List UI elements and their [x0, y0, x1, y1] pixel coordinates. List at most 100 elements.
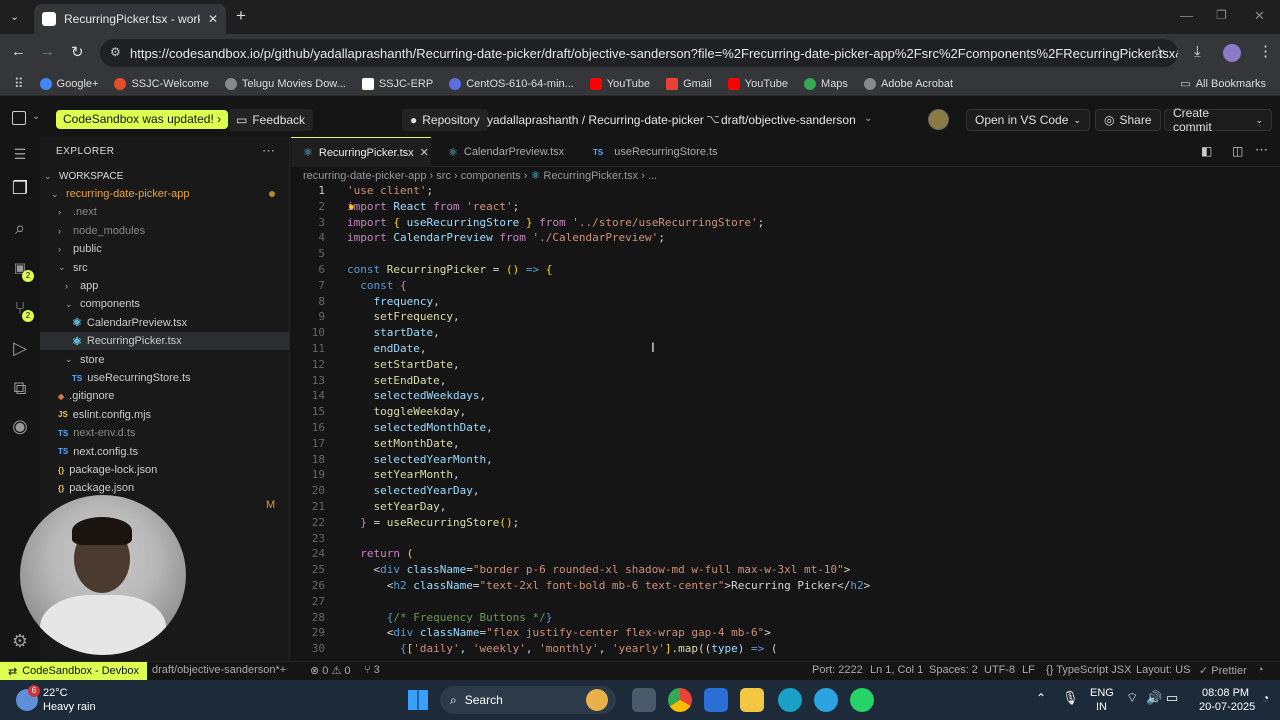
weather-desc[interactable]: Heavy rain [43, 701, 96, 713]
wifi-icon[interactable]: ⌔ [1126, 690, 1138, 706]
bookmark-item[interactable]: CentOS-610-64-min... [441, 77, 582, 90]
share-button[interactable]: ◎ Share [1095, 109, 1161, 131]
files-icon[interactable]: ❐ [9, 177, 31, 199]
whatsapp-icon[interactable] [850, 688, 874, 712]
close-tab-icon[interactable]: ✕ [208, 12, 218, 26]
branch-status[interactable]: draft/objective-sanderson*+ [152, 664, 286, 676]
store-icon[interactable] [704, 688, 728, 712]
tree-item[interactable]: ⌄ components [40, 295, 289, 313]
port-status[interactable]: Port: 2222 [812, 664, 863, 676]
github-icon[interactable]: ◉ [9, 415, 31, 437]
task-view-icon[interactable] [632, 688, 656, 712]
download-icon[interactable]: ⤓ [1194, 43, 1201, 60]
extensions-icon[interactable]: ⧉ [9, 377, 31, 399]
tree-item[interactable]: ⚛ RecurringPicker.tsx [40, 332, 289, 351]
file-explorer-icon[interactable] [740, 688, 764, 712]
branch-chevron-icon[interactable]: ⌄ [864, 113, 872, 124]
profile-avatar[interactable] [1223, 44, 1241, 62]
tab-list-chevron-icon[interactable]: ⌄ [10, 10, 19, 23]
breadcrumb-item[interactable]: ... [648, 170, 657, 182]
breadcrumb-item[interactable]: recurring-date-picker-app [303, 170, 427, 182]
tab-use-recurring-store[interactable]: TS useRecurringStore.ts [581, 137, 730, 167]
tree-item[interactable]: › app [40, 277, 289, 295]
bookmark-item[interactable]: Gmail [658, 77, 720, 90]
more-actions-icon[interactable]: ⋯ [1255, 142, 1268, 158]
bookmark-star-icon[interactable]: ☆ [1152, 43, 1165, 61]
repo-path[interactable]: yadallaprashanth / Recurring-date-picker [487, 113, 704, 127]
windows-start-icon[interactable] [408, 690, 428, 710]
tree-item[interactable]: TS next-env.d.ts [40, 424, 289, 442]
window-close-icon[interactable]: ✕ [1254, 8, 1265, 24]
tree-item[interactable]: ⌄ store [40, 351, 289, 369]
run-debug-icon[interactable]: ▷ [9, 337, 31, 359]
language-status[interactable]: {} TypeScript JSX [1046, 664, 1131, 676]
user-avatar[interactable] [928, 109, 949, 130]
edge-icon[interactable] [778, 688, 802, 712]
bookmark-item[interactable]: SSJC-ERP [354, 77, 441, 90]
tree-item[interactable]: › public [40, 240, 289, 258]
bookmark-item[interactable]: Telugu Movies Dow... [217, 77, 354, 90]
devbox-status[interactable]: ⇄ CodeSandbox - Devbox [0, 662, 148, 680]
update-notice-button[interactable]: CodeSandbox was updated! › [56, 110, 229, 129]
apps-grid-icon[interactable]: ⠿ [0, 76, 32, 92]
prettier-status[interactable]: ✓ Prettier [1199, 664, 1247, 677]
url-field[interactable]: ⚙ https://codesandbox.io/p/github/yadall… [100, 39, 1178, 67]
back-icon[interactable]: ← [11, 43, 26, 60]
tray-overflow-icon[interactable]: ⌃ [1036, 691, 1046, 705]
clock-date[interactable]: 20-07-2025 [1199, 701, 1255, 713]
split-editor-icon[interactable]: ◫ [1232, 144, 1243, 158]
problems-status[interactable]: ⊗ 0 ⚠ 0 [310, 664, 350, 677]
region-indicator[interactable]: IN [1096, 701, 1107, 713]
hamburger-menu-icon[interactable]: ☰ [9, 143, 31, 165]
create-commit-button[interactable]: Create commit ⌄ [1164, 106, 1272, 134]
language-indicator[interactable]: ENG [1090, 687, 1114, 699]
browser-menu-icon[interactable]: ⋮ [1258, 42, 1273, 60]
tree-item[interactable]: › node_modules [40, 222, 289, 240]
site-info-icon[interactable]: ⚙ [110, 45, 121, 59]
feedback-button[interactable]: ▭ Feedback [228, 109, 314, 131]
notifications-icon[interactable]: ◔ [1257, 664, 1264, 676]
tree-item[interactable]: {} package-lock.json [40, 461, 289, 479]
tree-item[interactable]: ⌄ recurring-date-picker-app [40, 185, 289, 203]
square-menu-icon[interactable] [12, 111, 26, 125]
bookmark-item[interactable]: SSJC-Welcome [106, 77, 216, 90]
tree-item[interactable]: TS useRecurringStore.ts [40, 369, 289, 387]
maximize-icon[interactable]: ❐ [1216, 8, 1227, 22]
bookmark-item[interactable]: Maps [796, 77, 856, 90]
lightbulb-icon[interactable]: ● [348, 201, 355, 213]
all-bookmarks[interactable]: ▭ All Bookmarks [1172, 77, 1280, 91]
new-tab-icon[interactable]: + [236, 6, 246, 26]
cursor-position[interactable]: Ln 1, Col 1 [870, 664, 923, 676]
tree-item[interactable]: › .next [40, 203, 289, 221]
taskbar-search[interactable]: ⌕ Search [440, 686, 616, 714]
browser-tab[interactable]: RecurringPicker.tsx - workspace ✕ [34, 4, 226, 34]
tree-item[interactable]: {} package.json [40, 479, 289, 497]
breadcrumb-item[interactable]: src [436, 170, 451, 182]
terminal-icon[interactable]: ▣ 2 [9, 257, 34, 282]
source-control-icon[interactable]: ⑂ 2 [9, 297, 34, 322]
repository-button[interactable]: ● Repository [402, 109, 488, 131]
explorer-more-icon[interactable]: ⋯ [262, 143, 275, 159]
breadcrumb-item[interactable]: components [461, 170, 521, 182]
bookmark-item[interactable]: YouTube [582, 77, 658, 90]
bookmark-item[interactable]: Adobe Acrobat [856, 77, 961, 90]
notification-bell-icon[interactable]: ◔ [1262, 691, 1269, 705]
settings-gear-icon[interactable]: ⚙ [9, 630, 31, 652]
minimize-icon[interactable]: — [1180, 8, 1193, 23]
microphone-icon[interactable]: 🎙 [1062, 690, 1079, 706]
workspace-header[interactable]: ⌄ WORKSPACE [40, 167, 289, 185]
tree-item[interactable]: TS next.config.ts [40, 443, 289, 461]
reload-icon[interactable]: ↻ [71, 43, 84, 61]
open-vscode-button[interactable]: Open in VS Code ⌄ [966, 109, 1090, 131]
telegram-icon[interactable] [814, 688, 838, 712]
chrome-icon[interactable] [668, 688, 692, 712]
breadcrumb-item[interactable]: RecurringPicker.tsx [543, 170, 638, 182]
branch-name[interactable]: draft/objective-sanderson [721, 113, 856, 127]
forward-icon[interactable]: → [40, 43, 55, 60]
close-icon[interactable]: ✕ [420, 146, 429, 159]
toggle-sidebar-icon[interactable]: ◧ [1201, 144, 1212, 158]
bookmark-item[interactable]: YouTube [720, 77, 796, 90]
clock-time[interactable]: 08:08 PM [1202, 687, 1249, 699]
eol-status[interactable]: LF [1022, 664, 1035, 676]
tree-item[interactable]: JS eslint.config.mjs [40, 406, 289, 424]
